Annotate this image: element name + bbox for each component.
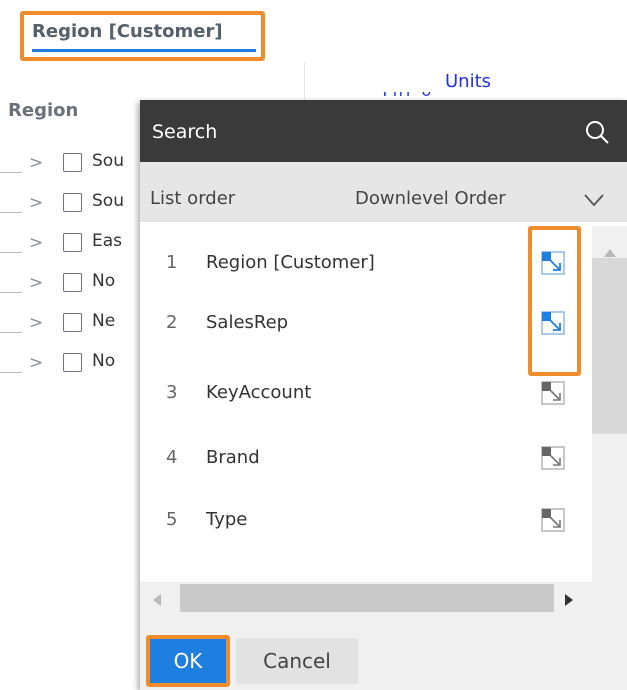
table-row[interactable]: > No xyxy=(0,270,150,300)
expand-level-icon[interactable] xyxy=(541,508,565,532)
chevron-right-icon[interactable]: > xyxy=(29,273,43,293)
scroll-right-icon[interactable] xyxy=(564,593,574,607)
cancel-button[interactable]: Cancel xyxy=(236,638,358,684)
item-number: 4 xyxy=(166,447,178,468)
ok-button[interactable]: OK xyxy=(146,635,230,687)
level-order-dialog: List order Downlevel Order 1 Region [Cus… xyxy=(140,100,627,690)
table-row[interactable]: > No xyxy=(0,350,150,380)
item-label: SalesRep xyxy=(206,312,289,333)
row-label: No xyxy=(92,271,116,291)
level-item-type[interactable]: 5 Type xyxy=(140,492,580,552)
row-label: Sou xyxy=(92,191,124,211)
row-divider xyxy=(0,372,22,373)
item-label: Type xyxy=(206,509,248,530)
table-row[interactable]: > Ne xyxy=(0,310,150,340)
item-number: 5 xyxy=(166,509,178,530)
chevron-right-icon[interactable]: > xyxy=(29,233,43,253)
expand-level-icon[interactable] xyxy=(541,381,565,405)
list-order-select[interactable]: Downlevel Order xyxy=(355,188,506,209)
row-checkbox[interactable] xyxy=(63,353,82,372)
table-row[interactable]: > Sou xyxy=(0,190,150,220)
row-label: Eas xyxy=(92,231,123,251)
scroll-up-icon[interactable] xyxy=(603,248,617,258)
scroll-left-icon[interactable] xyxy=(152,593,162,607)
field-title[interactable]: Region [Customer] xyxy=(32,21,223,42)
row-divider xyxy=(0,172,22,173)
chevron-right-icon[interactable]: > xyxy=(29,313,43,333)
level-item-brand[interactable]: 4 Brand xyxy=(140,430,580,490)
column-divider xyxy=(304,62,305,102)
chevron-right-icon[interactable]: > xyxy=(29,153,43,173)
chevron-right-icon[interactable]: > xyxy=(29,193,43,213)
row-checkbox[interactable] xyxy=(63,153,82,172)
search-icon[interactable] xyxy=(584,119,610,145)
active-levels-highlight xyxy=(528,226,581,376)
item-label: Brand xyxy=(206,447,260,468)
table-row[interactable]: > Eas xyxy=(0,230,150,260)
row-divider xyxy=(0,332,22,333)
row-checkbox[interactable] xyxy=(63,193,82,212)
item-number: 1 xyxy=(166,252,178,273)
level-item-keyaccount[interactable]: 3 KeyAccount xyxy=(140,365,580,425)
search-input[interactable] xyxy=(150,116,574,148)
row-checkbox[interactable] xyxy=(63,313,82,332)
row-label: Ne xyxy=(92,311,116,331)
level-item-region-customer[interactable]: 1 Region [Customer] xyxy=(140,235,580,295)
item-number: 2 xyxy=(166,312,178,333)
item-label: KeyAccount xyxy=(206,382,312,403)
level-item-salesrep[interactable]: 2 SalesRep xyxy=(140,295,580,355)
item-number: 3 xyxy=(166,382,178,403)
row-divider xyxy=(0,252,22,253)
chevron-right-icon[interactable]: > xyxy=(29,353,43,373)
list-order-label: List order xyxy=(150,188,236,209)
row-divider xyxy=(0,212,22,213)
title-underline xyxy=(32,49,256,52)
table-row[interactable]: > Sou xyxy=(0,150,150,180)
horizontal-scrollbar-thumb[interactable] xyxy=(180,584,554,612)
expand-level-icon[interactable] xyxy=(541,446,565,470)
row-checkbox[interactable] xyxy=(63,233,82,252)
measure-header[interactable]: Units xyxy=(445,71,491,92)
field-title-box[interactable]: Region [Customer] xyxy=(20,11,265,61)
row-header-region[interactable]: Region xyxy=(8,100,78,121)
row-label: Sou xyxy=(92,151,124,171)
item-label: Region [Customer] xyxy=(206,252,375,273)
row-label: No xyxy=(92,351,116,371)
row-checkbox[interactable] xyxy=(63,273,82,292)
vertical-scrollbar-thumb[interactable] xyxy=(592,258,627,434)
row-divider xyxy=(0,292,22,293)
chevron-down-icon[interactable] xyxy=(584,193,604,207)
